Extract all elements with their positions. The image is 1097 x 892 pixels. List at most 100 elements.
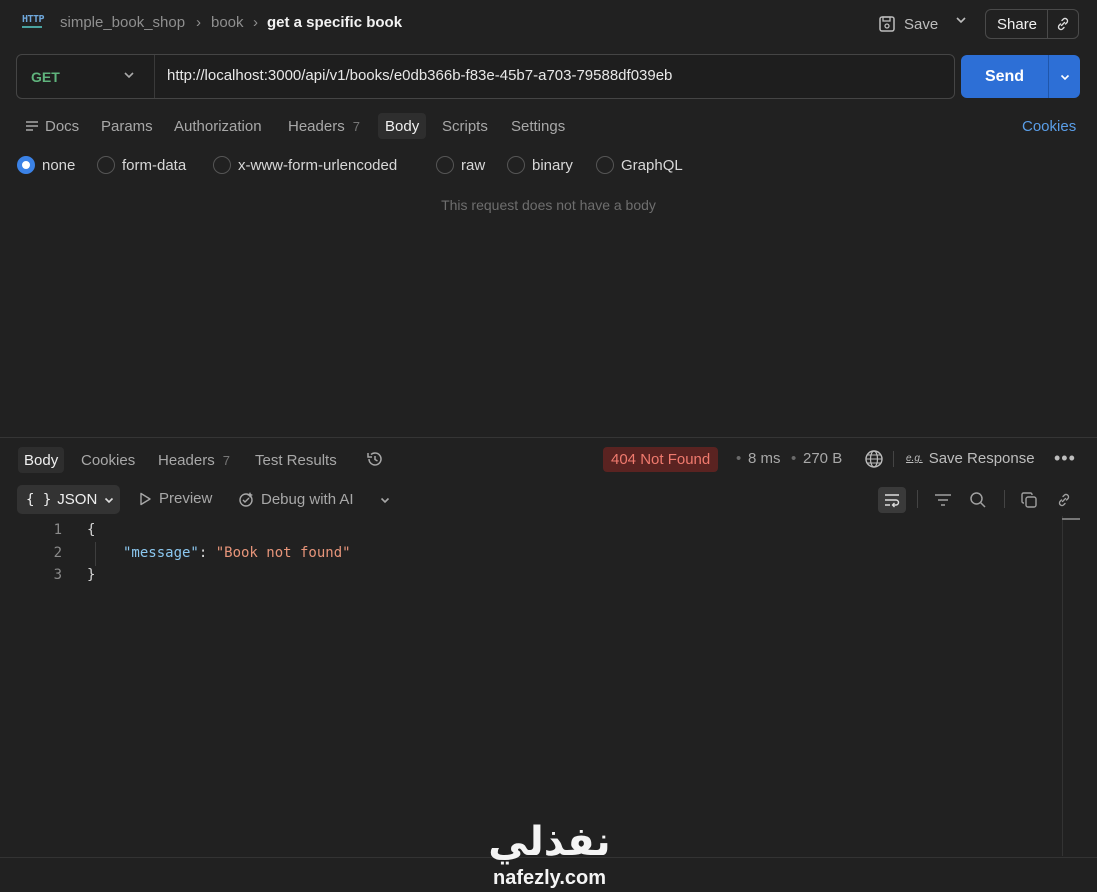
- radio-unselected-icon: [97, 156, 115, 174]
- response-tab-test-results[interactable]: Test Results: [255, 447, 337, 473]
- tab-scripts[interactable]: Scripts: [442, 113, 488, 139]
- tab-body-label: Body: [385, 117, 420, 135]
- tab-body[interactable]: Body: [378, 113, 427, 139]
- tab-settings[interactable]: Settings: [511, 113, 565, 139]
- url-input[interactable]: http://localhost:3000/api/v1/books/e0db3…: [167, 67, 672, 84]
- breadcrumb-folder[interactable]: book: [211, 14, 244, 31]
- response-time[interactable]: 8 ms: [748, 450, 781, 467]
- radio-unselected-icon: [507, 156, 525, 174]
- more-options-icon[interactable]: •••: [1054, 448, 1076, 469]
- radio-none[interactable]: none: [17, 154, 75, 176]
- response-size[interactable]: 270 B: [803, 450, 842, 467]
- tab-params[interactable]: Params: [101, 113, 153, 139]
- json-value: "Book not found": [215, 545, 351, 561]
- preview-button[interactable]: Preview: [137, 490, 212, 507]
- tab-docs[interactable]: Docs: [25, 113, 79, 139]
- tab-headers-label: Headers: [288, 117, 345, 135]
- scrollbar-track[interactable]: [1062, 516, 1063, 856]
- radio-unselected-icon: [596, 156, 614, 174]
- indent-guide: [95, 542, 96, 566]
- scrollbar-thumb[interactable]: [1062, 518, 1080, 520]
- radio-form-data[interactable]: form-data: [97, 154, 186, 176]
- json-braces-icon: { }: [26, 491, 52, 508]
- radio-binary[interactable]: binary: [507, 154, 573, 176]
- save-icon: [879, 16, 895, 32]
- save-button[interactable]: Save: [878, 11, 938, 37]
- response-tab-headers[interactable]: Headers 7: [158, 447, 230, 473]
- save-options-chevron-down-icon[interactable]: [955, 14, 967, 29]
- send-options-chevron-down-icon[interactable]: [1049, 55, 1080, 98]
- radio-urlencoded[interactable]: x-www-form-urlencoded: [213, 154, 397, 176]
- empty-body-message: This request does not have a body: [441, 197, 656, 213]
- debug-with-ai-button[interactable]: Debug with AI: [237, 490, 354, 508]
- tab-scripts-label: Scripts: [442, 117, 488, 135]
- debug-options-chevron-down-icon[interactable]: [379, 493, 391, 510]
- save-response-button[interactable]: e.g. Save Response: [906, 450, 1035, 467]
- link-icon[interactable]: [1050, 487, 1078, 513]
- response-headers-count-badge: 7: [222, 452, 230, 468]
- save-response-label: Save Response: [928, 450, 1035, 467]
- tab-docs-label: Docs: [45, 117, 80, 135]
- globe-icon[interactable]: [864, 449, 884, 473]
- watermark-logo: نفذلي nafezly.com: [482, 820, 617, 888]
- copy-icon[interactable]: [1015, 487, 1043, 513]
- headers-count-badge: 7: [352, 118, 360, 134]
- toolbar-divider: [893, 451, 894, 467]
- watermark-arabic: نفذلي: [488, 819, 611, 865]
- json-line[interactable]: "message": "Book not found": [123, 545, 351, 561]
- example-icon: e.g.: [906, 453, 923, 464]
- radio-graphql-label: GraphQL: [621, 156, 683, 174]
- share-label: Share: [986, 10, 1048, 38]
- radio-graphql[interactable]: GraphQL: [596, 154, 683, 176]
- response-tab-cookies-label: Cookies: [81, 451, 136, 469]
- response-tab-body-label: Body: [24, 451, 59, 469]
- pane-divider[interactable]: [0, 437, 1097, 438]
- method-select[interactable]: GET: [17, 55, 155, 98]
- radio-raw[interactable]: raw: [436, 154, 485, 176]
- debug-ai-icon: [239, 492, 253, 507]
- chevron-down-icon: [123, 69, 135, 84]
- radio-unselected-icon: [213, 156, 231, 174]
- chevron-down-icon: [105, 497, 114, 503]
- preview-label: Preview: [159, 490, 213, 507]
- breadcrumb-separator-icon: ›: [253, 14, 258, 31]
- radio-raw-label: raw: [461, 156, 486, 174]
- save-label: Save: [904, 15, 939, 33]
- filter-icon[interactable]: [929, 487, 957, 513]
- tab-authorization[interactable]: Authorization: [174, 113, 262, 139]
- json-close-brace: }: [87, 567, 96, 583]
- meta-separator: •: [791, 450, 797, 467]
- radio-selected-icon: [17, 156, 35, 174]
- line-number: 2: [53, 545, 62, 561]
- send-button[interactable]: Send: [961, 55, 1080, 98]
- copy-link-icon[interactable]: [1048, 16, 1078, 32]
- meta-separator: •: [736, 450, 742, 467]
- status-badge[interactable]: 404 Not Found: [603, 447, 719, 472]
- watermark-latin: nafezly.com: [493, 867, 606, 889]
- json-colon: :: [198, 545, 216, 561]
- radio-urlencoded-label: x-www-form-urlencoded: [238, 156, 398, 174]
- line-number: 3: [53, 567, 62, 583]
- radio-form-data-label: form-data: [122, 156, 187, 174]
- cookies-link[interactable]: Cookies: [1022, 113, 1076, 139]
- request-title[interactable]: get a specific book: [267, 14, 402, 31]
- breadcrumb-collection[interactable]: simple_book_shop: [60, 14, 185, 31]
- json-open-brace: {: [87, 522, 96, 538]
- response-tab-headers-label: Headers: [158, 451, 215, 469]
- history-icon[interactable]: [365, 449, 385, 473]
- radio-binary-label: binary: [532, 156, 573, 174]
- share-button[interactable]: Share: [985, 9, 1079, 39]
- send-label: Send: [961, 55, 1049, 98]
- response-tab-body[interactable]: Body: [18, 447, 65, 473]
- search-icon[interactable]: [964, 487, 992, 513]
- format-select[interactable]: { } JSON: [17, 485, 120, 514]
- line-number: 1: [53, 522, 62, 538]
- tab-authorization-label: Authorization: [174, 117, 262, 135]
- response-tab-cookies[interactable]: Cookies: [81, 447, 135, 473]
- breadcrumb-separator-icon: ›: [196, 14, 201, 31]
- wrap-lines-icon[interactable]: [878, 487, 906, 513]
- json-key: "message": [123, 545, 199, 561]
- toolbar-divider: [917, 490, 918, 508]
- response-tab-test-results-label: Test Results: [255, 451, 337, 469]
- tab-headers[interactable]: Headers 7: [288, 113, 360, 139]
